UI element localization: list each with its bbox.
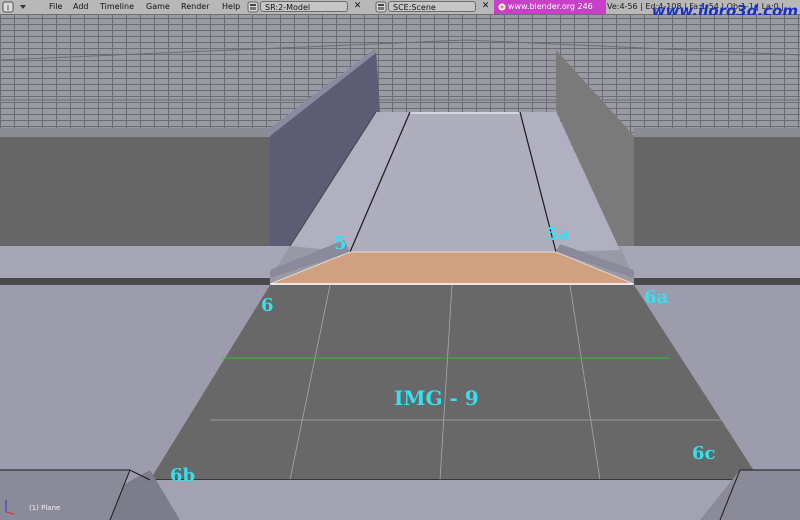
svg-text:i: i (7, 4, 9, 13)
vertex-label-6b: 6b (170, 465, 195, 486)
vertex-label-5: 5 (334, 233, 347, 254)
scene-browse-icon[interactable] (375, 0, 387, 14)
blender-link[interactable]: www.blender.org 246 (494, 0, 606, 14)
screen-delete-icon[interactable]: ✕ (352, 1, 363, 12)
menu-render[interactable]: Render (181, 0, 209, 14)
3d-viewport[interactable]: 5 5a 6 6a 6b 6c IMG - 9 (0, 15, 800, 520)
scene-field[interactable]: SCE:Scene (388, 1, 476, 12)
vertex-label-6c: 6c (692, 443, 716, 464)
scene-delete-icon[interactable]: ✕ (480, 1, 491, 12)
left-wall-front (0, 136, 270, 246)
menu-game[interactable]: Game (146, 0, 170, 14)
blender-logo-icon (497, 0, 507, 14)
menu-add[interactable]: Add (73, 0, 89, 14)
object-name-label: (1) Plane (29, 504, 61, 512)
screen-field[interactable]: SR:2-Model (260, 1, 348, 12)
left-ledge-edge (0, 278, 270, 285)
right-ledge-edge (634, 278, 800, 285)
top-header-bar: i File Add Timeline Game Render Help SR:… (0, 0, 800, 20)
image-label: IMG - 9 (394, 386, 479, 410)
bottom-left-block-face (0, 470, 130, 520)
vertex-label-6a: 6a (644, 287, 669, 308)
info-icon[interactable]: i (2, 0, 14, 14)
right-ledge (620, 246, 800, 278)
vertex-label-6: 6 (261, 295, 274, 316)
menu-timeline[interactable]: Timeline (100, 0, 134, 14)
left-wall-top (0, 128, 270, 137)
screen-browse-icon[interactable] (247, 0, 259, 14)
right-wall-top (634, 128, 800, 137)
menu-file[interactable]: File (49, 0, 62, 14)
right-wall-front (634, 136, 800, 246)
header-collapse-icon[interactable] (18, 0, 28, 14)
menu-help[interactable]: Help (222, 0, 240, 14)
left-ledge (0, 246, 290, 278)
vertex-label-5a: 5a (545, 224, 570, 245)
